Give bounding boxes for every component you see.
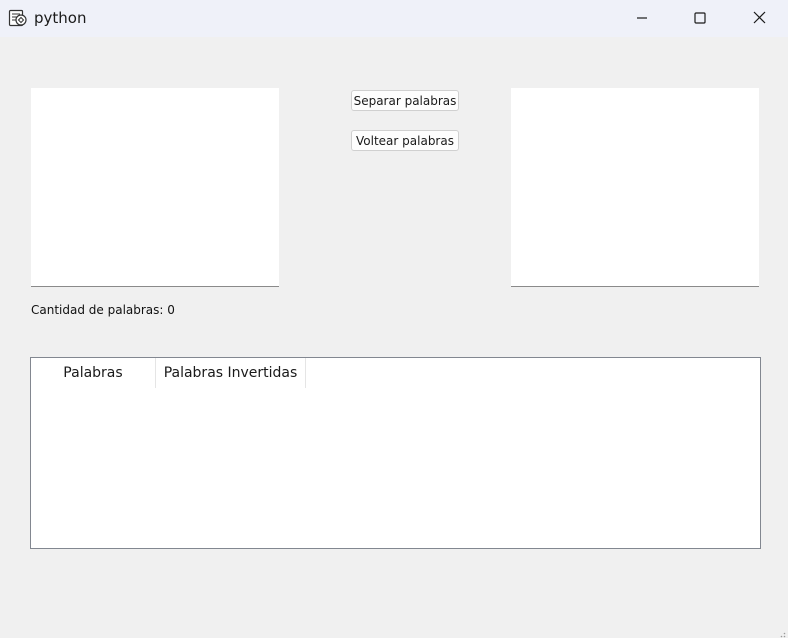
voltear-palabras-button[interactable]: Voltear palabras (351, 130, 459, 151)
output-text-area[interactable] (511, 88, 759, 287)
title-bar[interactable]: python (0, 0, 788, 37)
input-text-area[interactable] (31, 88, 279, 287)
minimize-icon (636, 9, 648, 28)
column-header-palabras[interactable]: Palabras (31, 358, 156, 388)
maximize-button[interactable] (671, 0, 729, 36)
python-feather-icon (8, 8, 28, 28)
close-button[interactable] (730, 0, 788, 36)
separar-palabras-button[interactable]: Separar palabras (351, 90, 459, 111)
window-title: python (34, 9, 87, 27)
close-icon (753, 9, 766, 28)
minimize-button[interactable] (613, 0, 671, 36)
column-header-palabras-invertidas[interactable]: Palabras Invertidas (156, 358, 306, 388)
words-table[interactable]: Palabras Palabras Invertidas (30, 357, 761, 549)
resize-grip-icon[interactable] (776, 626, 786, 638)
word-count-label: Cantidad de palabras: 0 (31, 303, 175, 317)
app-window: python Separar palabras Voltear palabras… (0, 0, 788, 638)
maximize-icon (694, 9, 706, 28)
